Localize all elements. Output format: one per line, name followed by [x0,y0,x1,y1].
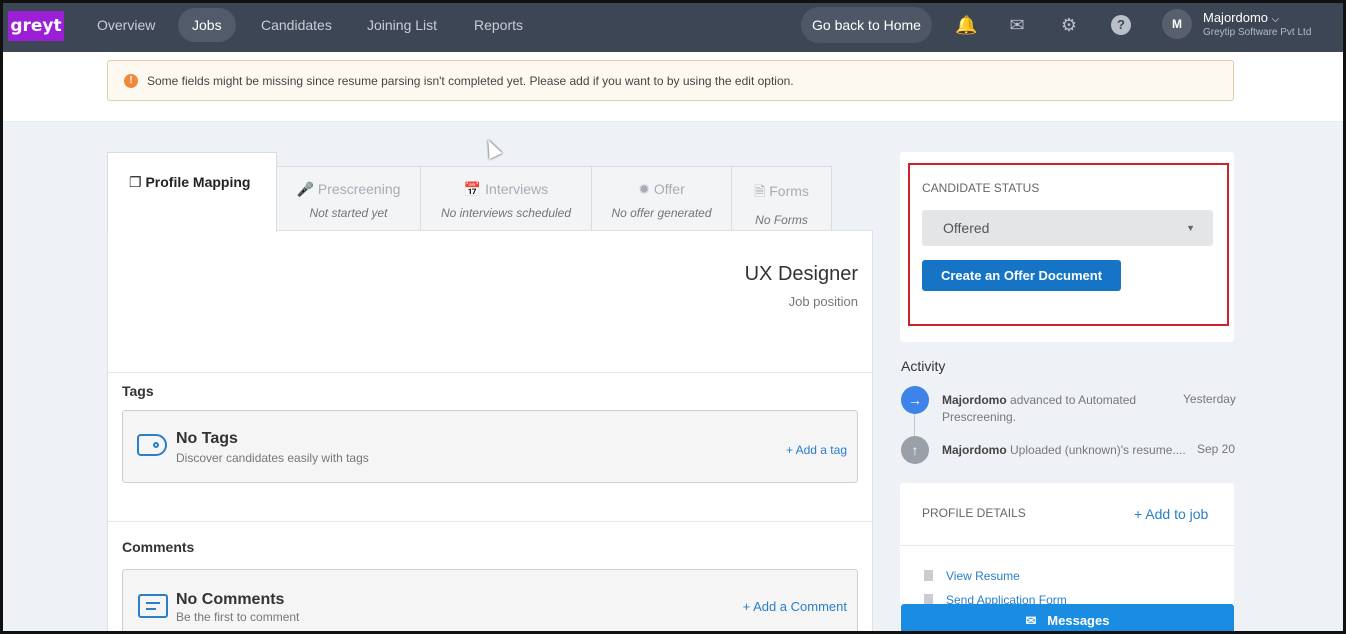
no-tags-subtitle: Discover candidates easily with tags [176,451,369,465]
no-comments-subtitle: Be the first to comment [176,610,300,624]
nav-candidates[interactable]: Candidates [247,8,346,42]
envelope-icon: ✉ [1025,613,1037,628]
tab-interviews[interactable]: 📅 Interviews No interviews scheduled [420,166,592,231]
no-comments-title: No Comments [176,591,285,608]
divider [900,545,1234,546]
tab-subtitle: No interviews scheduled [440,206,572,220]
warning-area: ! Some fields might be missing since res… [3,52,1343,122]
tab-profile-mapping[interactable]: ❐ Profile Mapping [107,152,277,232]
nav-joining-list[interactable]: Joining List [353,8,451,42]
status-dropdown[interactable]: Offered ▼ [922,210,1213,246]
candidate-status-label: CANDIDATE STATUS [922,181,1040,195]
activity-text: Uploaded (unknown)'s resume.... [1010,443,1186,457]
tab-offer[interactable]: ✹ Offer No offer generated [591,166,732,231]
microphone-icon: 🎤 [296,181,315,197]
badge-icon: ✹ [638,181,650,197]
go-back-home-button[interactable]: Go back to Home [801,7,932,43]
tab-title: Prescreening [317,181,401,197]
profile-panel: UX Designer Job position Tags No Tags Di… [107,230,873,634]
tab-prescreening[interactable]: 🎤 Prescreening Not started yet [276,166,421,231]
nav-reports[interactable]: Reports [460,8,537,42]
document-icon: 🗎 [754,183,766,199]
divider [108,521,872,522]
activity-item: Majordomo Uploaded (unknown)'s resume...… [942,442,1187,459]
user-menu[interactable]: Majordomo ⌵ [1203,10,1279,25]
create-offer-document-button[interactable]: Create an Offer Document [922,260,1121,291]
calendar-icon: 📅 [463,181,482,197]
tab-profile-mapping-label: Profile Mapping [145,174,251,190]
no-tags-title: No Tags [176,430,238,447]
file-icon [924,570,933,581]
messages-label: Messages [1047,613,1110,628]
nav-jobs[interactable]: Jobs [178,8,236,42]
chevron-down-icon: ⌵ [1271,14,1280,25]
messages-button[interactable]: ✉ Messages [901,604,1234,634]
tab-title: Interviews [485,181,549,197]
tab-subtitle: No offer generated [611,206,712,220]
activity-time: Yesterday [1183,392,1236,406]
warning-banner: ! Some fields might be missing since res… [107,60,1234,101]
user-name: Majordomo [1203,10,1269,25]
comments-box: No Comments Be the first to comment + Ad… [122,569,858,634]
user-org: Greytip Software Pvt Ltd [1203,27,1312,38]
warning-text: Some fields might be missing since resum… [147,73,794,88]
add-to-job-link[interactable]: + Add to job [1134,506,1208,522]
tab-subtitle: No Forms [755,213,808,227]
status-value: Offered [943,220,990,236]
top-nav: greyt Overview Jobs Candidates Joining L… [3,3,1343,52]
add-comment-link[interactable]: + Add a Comment [743,599,847,614]
activity-time: Sep 20 [1197,442,1236,456]
tags-label: Tags [122,383,154,399]
gear-icon[interactable]: ⚙ [1059,15,1079,35]
tab-title: Offer [653,181,685,197]
activity-item: Majordomo advanced to Automated Prescree… [942,392,1162,426]
help-icon[interactable]: ? [1111,15,1131,35]
bell-icon[interactable]: 🔔 [955,15,977,35]
nav-overview[interactable]: Overview [83,8,169,42]
add-tag-link[interactable]: + Add a tag [786,443,847,457]
profile-icon: ❐ [129,174,142,190]
comment-icon [138,594,168,618]
activity-actor: Majordomo [942,393,1007,407]
job-subtitle: Job position [788,294,858,309]
mail-icon[interactable]: ✉ [1007,15,1027,35]
divider [108,372,872,373]
tab-subtitle: Not started yet [309,206,388,220]
comments-label: Comments [122,539,195,555]
upload-icon: ↑ [901,436,929,464]
tag-icon [137,434,167,456]
activity-heading: Activity [901,358,946,374]
activity-actor: Majordomo [942,443,1007,457]
tags-box: No Tags Discover candidates easily with … [122,410,858,483]
tab-title: Forms [769,183,809,199]
arrow-right-icon: → [901,386,929,414]
caret-down-icon: ▼ [1186,223,1195,233]
greytip-logo[interactable]: greyt [8,11,64,41]
profile-details-label: PROFILE DETAILS [922,506,1026,520]
view-resume-link[interactable]: View Resume [946,569,1020,583]
job-title: UX Designer [744,263,858,285]
tab-forms[interactable]: 🗎 Forms No Forms [731,166,832,231]
alert-icon: ! [124,73,138,88]
avatar[interactable]: M [1162,9,1192,39]
